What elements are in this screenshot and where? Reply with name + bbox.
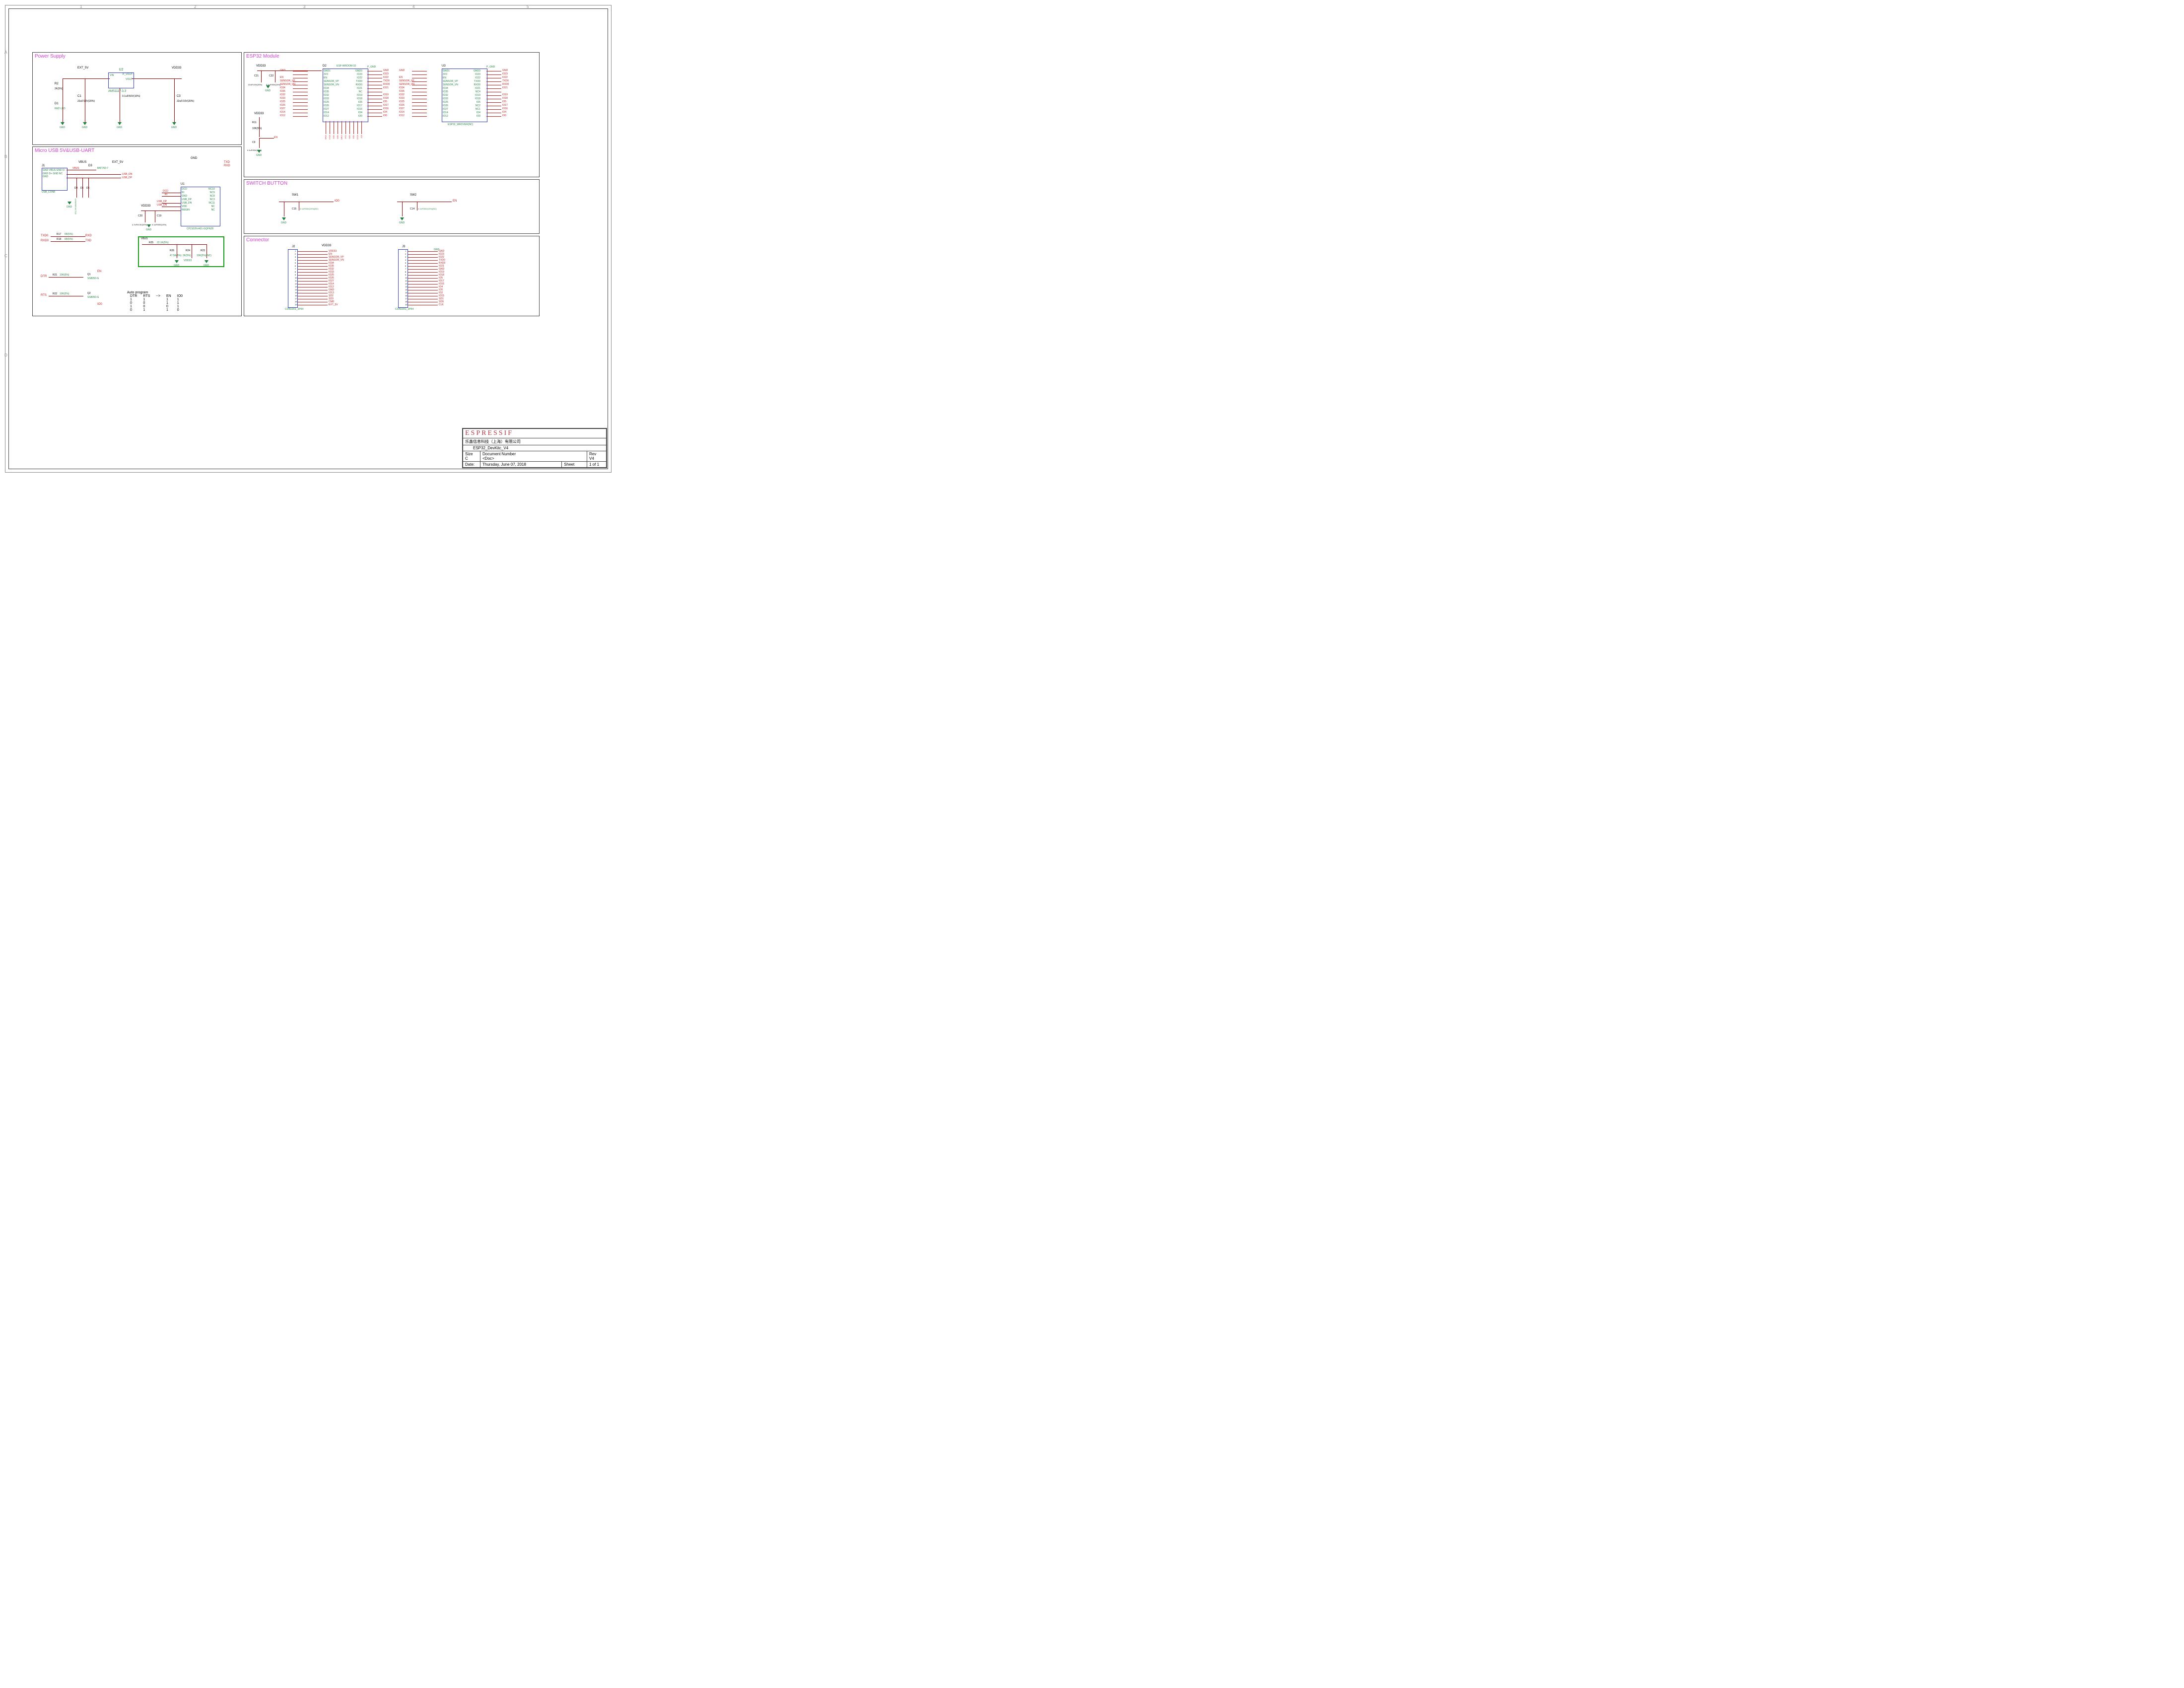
block-switch-button: SWITCH BUTTON SW1 IO0 C15 0.1uF/50V(10%)…	[244, 179, 540, 234]
gnd-icon	[172, 122, 176, 125]
r2: R2	[55, 82, 59, 85]
net-vdd33: VDD33	[172, 67, 181, 70]
block-connector: Connector J2 CON19X1_2P54 1VDD332EN3SENS…	[244, 236, 540, 316]
block-usb-uart: Micro USB 5V&USB-UART VBUS EXT_5V GND TX…	[32, 146, 242, 316]
gnd-icon	[205, 260, 208, 263]
u3-right-pins: GND3 IO23 IO22 TXD0 RXD0 IO21 NC4 IO19 I…	[474, 70, 480, 118]
grid-col: 4	[412, 4, 414, 9]
block-title: SWITCH BUTTON	[246, 181, 287, 186]
block-power-supply: Power Supply EXT_5V VDD33 U2 VIN P_VOUT …	[32, 52, 242, 145]
wire	[63, 78, 110, 79]
block-esp32-module: ESP32 Module VDD33 C21 22uF/10V(20%) C22…	[244, 52, 540, 177]
d2-right-pins: GND3 IO23 IO22 TXD0 RXD0 IO21 NC IO19 IO…	[355, 70, 362, 118]
d1: D1	[55, 102, 59, 105]
gnd-icon	[118, 122, 122, 125]
grid-col: 3	[303, 4, 305, 9]
gnd-icon	[400, 217, 404, 220]
net-ext5v: EXT_5V	[77, 67, 88, 70]
espressif-logo: ESPRESSIF	[465, 429, 513, 437]
d2-left-pins: GND1 3V3 EN SENSOR_VP SENSOR_VN IO34 IO3…	[324, 70, 339, 118]
grid-col: 5	[527, 4, 529, 9]
gnd-icon	[257, 150, 261, 153]
gnd-icon	[83, 122, 87, 125]
title-block: ESPRESSIF 乐鑫信息科技（上海）有限公司 ESP32_DevKitc_V…	[462, 428, 607, 468]
gnd-icon	[282, 217, 286, 220]
gnd-icon	[68, 202, 71, 205]
block-title: Connector	[246, 237, 269, 243]
grid-col: 1	[80, 4, 82, 9]
grid-row: B	[4, 154, 7, 159]
block-title: Power Supply	[35, 54, 66, 59]
grid-row: C	[4, 254, 7, 258]
gnd-icon	[266, 85, 270, 88]
gnd-icon	[147, 224, 151, 227]
u1-left-pins: DCD RI GND USB_DP USB_DN VDD REGIN	[182, 188, 192, 212]
block-title: Micro USB 5V&USB-UART	[35, 148, 94, 153]
grid-col: 2	[194, 4, 196, 9]
j1-usb-conn: GND VBUS GND D- GND D+ GND NC GND	[42, 168, 68, 191]
wire	[174, 78, 175, 122]
gnd-icon	[175, 260, 179, 263]
gnd-icon	[61, 122, 65, 125]
auto-program-table: Auto program DTRRTS-->ENIO0 1111 0011 10…	[127, 291, 186, 312]
u2-pn: AMS1117-3.3	[108, 90, 126, 93]
block-title: ESP32 Module	[246, 54, 279, 59]
grid-row: A	[4, 50, 7, 55]
wire	[67, 174, 121, 175]
u1-right-pins: NC10 NC9 NC8 NC3 NC11 NC NC	[208, 188, 215, 212]
u2-regulator: U2 VIN P_VOUT VOUT	[108, 72, 134, 88]
schematic-sheet: 1 2 3 4 5 A B C D Power Supply EXT_5V VD…	[5, 5, 612, 473]
u3-left-pins: GND1 3V3 EN SENSOR_VP SENSOR_VN IO34 IO3…	[443, 70, 458, 118]
grid-row: D	[4, 353, 7, 357]
company-cn: 乐鑫信息科技（上海）有限公司	[463, 438, 607, 445]
sheet-title: ESP32_DevKitc_V4	[463, 445, 607, 451]
